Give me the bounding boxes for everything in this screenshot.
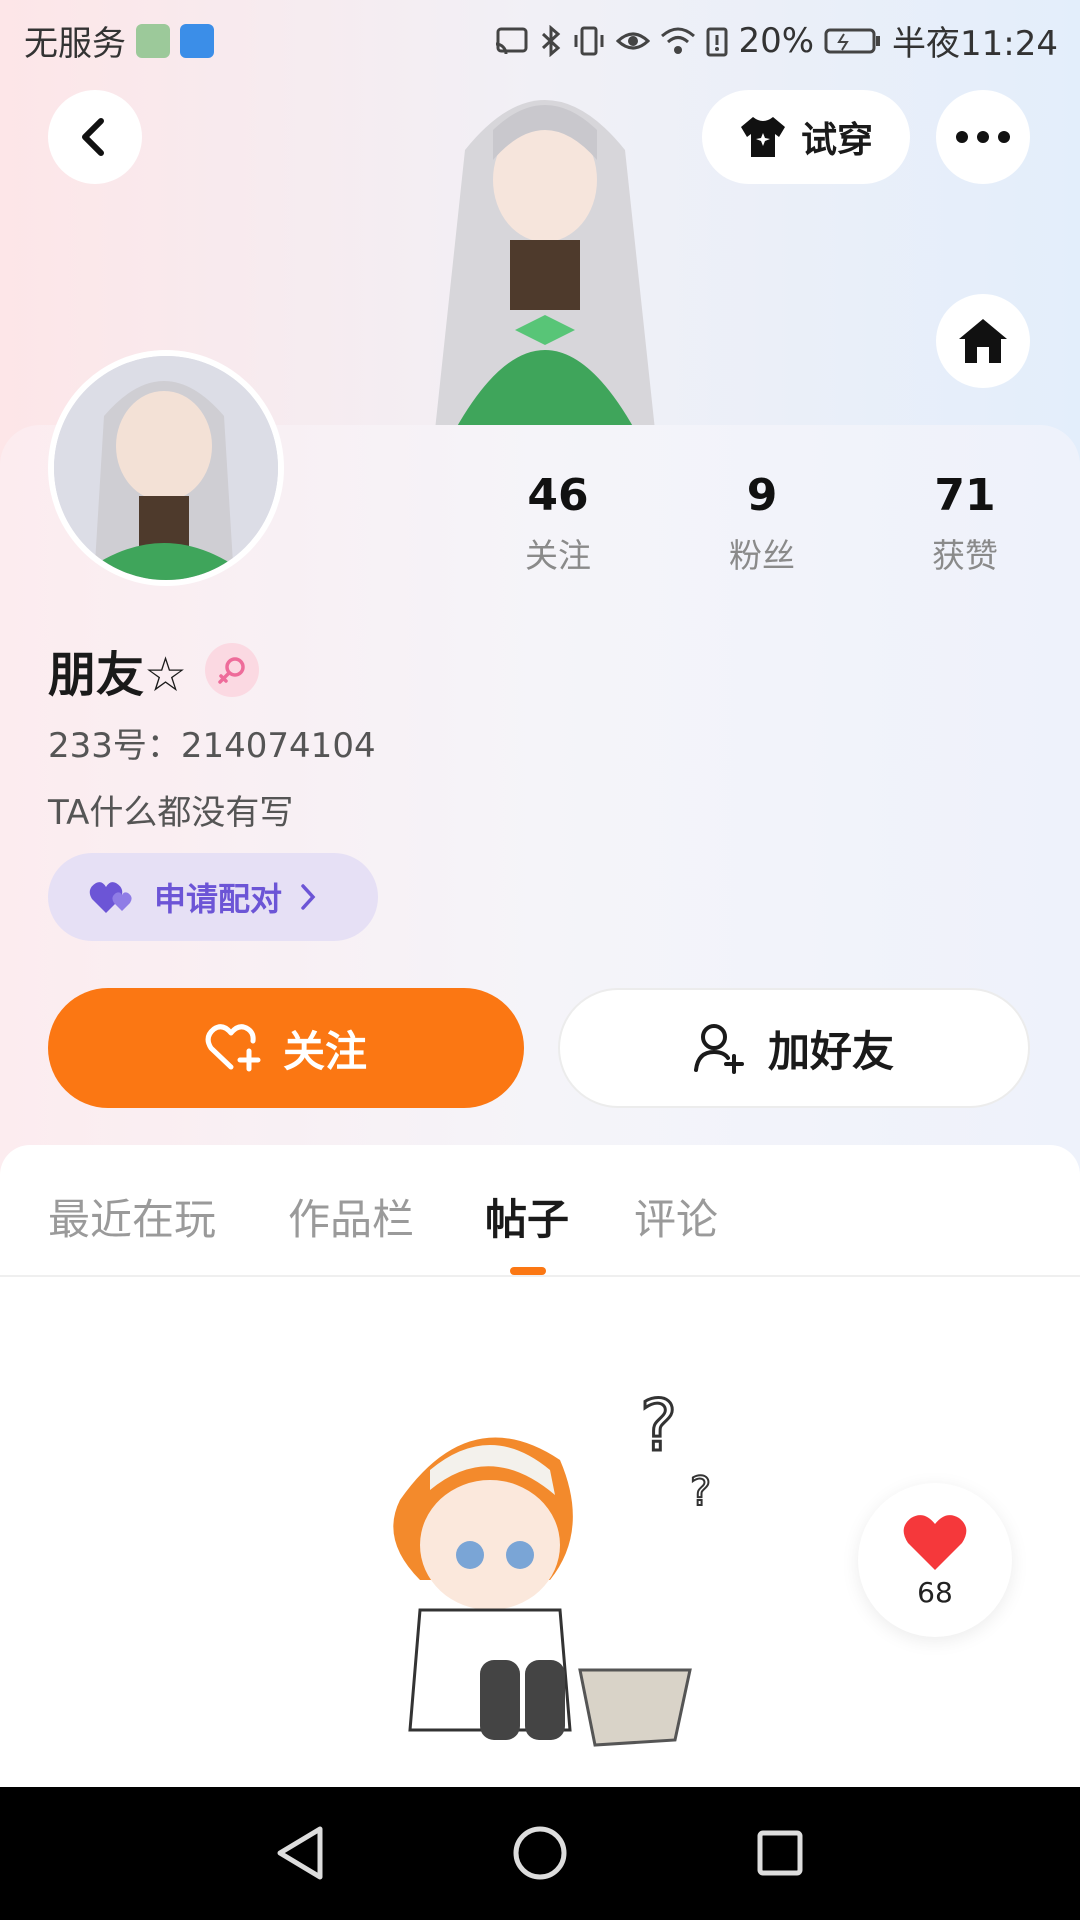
square-recents-icon	[757, 1830, 803, 1876]
like-count: 68	[917, 1575, 953, 1609]
more-button[interactable]	[936, 90, 1030, 184]
status-left: 无服务	[24, 16, 214, 65]
add-friend-button[interactable]: 加好友	[558, 988, 1030, 1108]
tab-works[interactable]: 作品栏	[288, 1186, 414, 1247]
add-user-icon	[693, 1024, 744, 1074]
chevron-left-icon	[82, 118, 104, 156]
tab-recently-played[interactable]: 最近在玩	[48, 1186, 216, 1247]
svg-text:?: ?	[640, 1385, 677, 1467]
svg-text:?: ?	[690, 1469, 711, 1515]
empty-state-illustration: ? ?	[360, 1380, 760, 1780]
stat-likes[interactable]: 71 获赞	[885, 470, 1045, 577]
clock: 半夜11:24	[892, 24, 1058, 64]
request-pair-label: 申请配对	[154, 880, 283, 918]
follow-label: 关注	[282, 1026, 367, 1076]
hearts-icon	[89, 882, 132, 913]
more-dots-icon	[956, 131, 1010, 143]
try-on-label: 试穿	[800, 120, 873, 161]
stat-value: 71	[934, 470, 996, 521]
vibrate-icon	[574, 26, 604, 55]
battery-alert-icon	[706, 27, 728, 56]
status-right: 20% 半夜11:24	[494, 16, 1058, 65]
bio: TA什么都没有写	[48, 793, 294, 833]
heart-icon	[903, 1514, 967, 1570]
tab-comments[interactable]: 评论	[634, 1186, 718, 1247]
shirt-icon	[740, 117, 785, 157]
nav-back-button[interactable]	[262, 1815, 338, 1891]
shield-app-icon	[180, 23, 214, 58]
stat-followers[interactable]: 9 粉丝	[682, 470, 842, 577]
carrier-text: 无服务	[24, 24, 126, 64]
home-button[interactable]	[936, 294, 1030, 388]
username: 朋友☆	[48, 647, 188, 703]
add-friend-label: 加好友	[767, 1026, 894, 1076]
nav-recents-button[interactable]	[742, 1815, 818, 1891]
nav-home-button[interactable]	[502, 1815, 578, 1891]
stat-label: 获赞	[932, 536, 998, 575]
avatar[interactable]	[48, 350, 284, 586]
eye-icon	[616, 32, 651, 49]
female-gender-icon	[205, 643, 260, 697]
circle-home-icon	[513, 1826, 567, 1880]
avatar-image	[54, 356, 278, 580]
status-bar: 无服务 20% 半夜11:24	[0, 0, 1080, 76]
request-pair-button[interactable]: 申请配对	[48, 853, 378, 941]
follow-button[interactable]: 关注	[48, 988, 524, 1108]
wifi-icon	[661, 27, 696, 54]
like-float-button[interactable]: 68	[858, 1483, 1012, 1637]
game-app-icon	[136, 23, 170, 58]
battery-percent: 20%	[738, 20, 815, 61]
stat-label: 粉丝	[729, 536, 795, 575]
home-icon	[959, 319, 1007, 363]
stat-following[interactable]: 46 关注	[478, 470, 638, 577]
back-button[interactable]	[48, 90, 142, 184]
triangle-back-icon	[277, 1826, 323, 1880]
try-on-button[interactable]: 试穿	[702, 90, 910, 184]
stat-label: 关注	[525, 536, 591, 575]
user-id: 233号：214074104	[48, 726, 376, 766]
hero-avatar-figure	[395, 70, 695, 430]
tab-posts[interactable]: 帖子	[485, 1186, 569, 1247]
cast-icon	[496, 27, 528, 54]
tab-active-indicator	[510, 1267, 546, 1275]
bluetooth-icon	[542, 24, 561, 57]
battery-icon	[824, 28, 881, 53]
username-row: 朋友☆	[48, 635, 260, 705]
heart-add-icon	[205, 1024, 261, 1072]
stat-value: 9	[746, 470, 778, 521]
stat-value: 46	[527, 470, 589, 521]
chevron-right-icon	[301, 884, 316, 910]
